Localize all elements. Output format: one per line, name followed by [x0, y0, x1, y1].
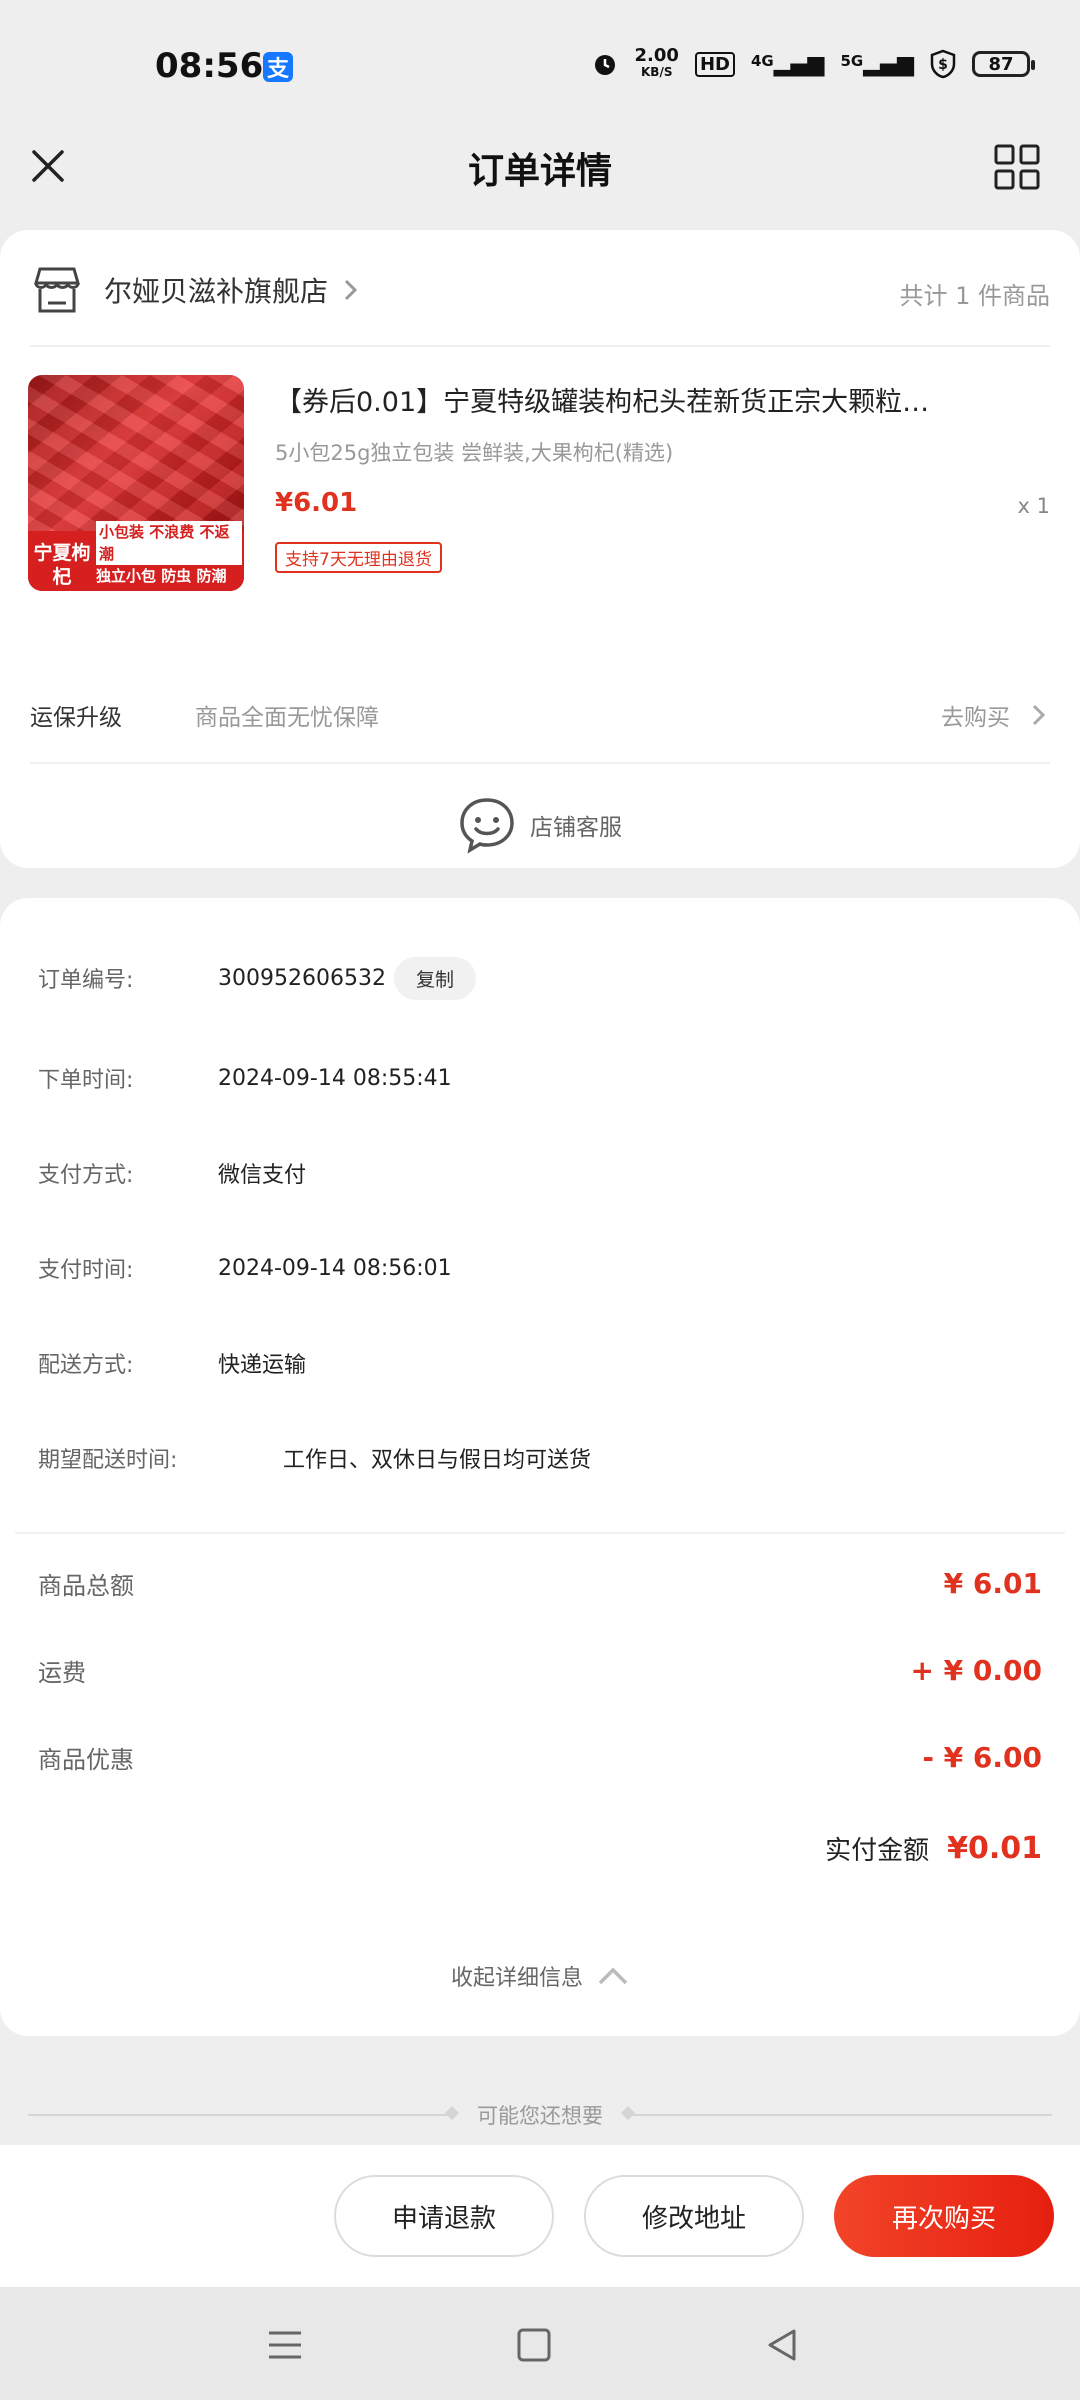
- discount-label: 商品优惠: [38, 1745, 134, 1774]
- pay-time-value: 2024-09-14 08:56:01: [218, 1255, 452, 1281]
- collapse-details-button[interactable]: 收起详细信息: [0, 1960, 1080, 1992]
- customer-service-label: 店铺客服: [530, 815, 622, 841]
- copy-button[interactable]: 复制: [393, 956, 476, 1000]
- status-icons: 2.00 KB/S HD 4G▂▄▆ 5G▂▄▆ $ 87: [591, 45, 1035, 80]
- product-title[interactable]: 【券后0.01】宁夏特级罐装枸杞头茬新货正宗大颗粒…: [275, 380, 1045, 419]
- delivery-value: 快递运输: [218, 1353, 307, 1378]
- item-count: 共计 1 件商品: [899, 282, 1050, 310]
- alarm-icon: [594, 55, 615, 75]
- order-number-label: 订单编号:: [38, 968, 134, 993]
- customer-service-icon: [460, 798, 514, 854]
- shield-dollar-icon: $: [930, 49, 956, 79]
- goods-total-label: 商品总额: [38, 1571, 134, 1600]
- status-bar: 08:56 支 2.00 KB/S HD 4G▂▄▆ 5G▂▄▆ $ 87: [0, 0, 1080, 130]
- change-address-button[interactable]: 修改地址: [584, 2175, 804, 2257]
- shipping-value: + ¥ 0.00: [910, 1653, 1042, 1687]
- insurance-desc: 商品全面无忧保障: [195, 705, 379, 731]
- order-time-row: 下单时间: 2024-09-14 08:55:41: [38, 1053, 1042, 1103]
- recommendation-heading: 可能您还想要: [477, 2104, 603, 2128]
- battery-icon: 87: [972, 51, 1035, 77]
- goods-total-value: ¥ 6.01: [943, 1566, 1042, 1600]
- delivery-row: 配送方式: 快递运输: [38, 1338, 1042, 1388]
- divider: [30, 345, 1050, 347]
- divider-line: [627, 2114, 1052, 2116]
- discount-value: - ¥ 6.00: [922, 1740, 1042, 1774]
- pay-time-row: 支付时间: 2024-09-14 08:56:01: [38, 1243, 1042, 1293]
- status-time: 08:56: [155, 46, 264, 86]
- insurance-buy-link[interactable]: 去购买: [941, 698, 1010, 732]
- order-time-value: 2024-09-14 08:55:41: [218, 1065, 452, 1091]
- shipping-row: 运费 + ¥ 0.00: [38, 1645, 1042, 1695]
- product-image-label: 宁夏枸杞: [33, 542, 91, 588]
- paid-amount-row: 实付金额 ¥0.01: [825, 1830, 1042, 1867]
- grid-menu-icon[interactable]: [994, 144, 1040, 190]
- divider: [15, 1532, 1065, 1534]
- pay-method-value: 微信支付: [218, 1163, 307, 1188]
- signal-4g-icon: 4G▂▄▆: [750, 51, 825, 77]
- product-image[interactable]: 宁夏枸杞 小包装 不浪费 不返潮 独立小包 防虫 防潮: [28, 375, 244, 591]
- product-image-features: 小包装 不浪费 不返潮 独立小包 防虫 防潮: [96, 521, 242, 587]
- shop-name[interactable]: 尔娅贝滋补旗舰店: [104, 270, 328, 310]
- shipping-label: 运费: [38, 1658, 86, 1687]
- shop-row[interactable]: 尔娅贝滋补旗舰店 共计 1 件商品: [30, 260, 1050, 320]
- recommendation-divider: 可能您还想要: [28, 2085, 1052, 2145]
- product-price: ¥6.01: [275, 488, 358, 518]
- delivery-label: 配送方式:: [38, 1353, 134, 1378]
- expected-delivery-row: 期望配送时间: 工作日、双休日与假日均可送货: [38, 1433, 1042, 1483]
- chevron-right-icon: [1032, 704, 1046, 726]
- back-icon[interactable]: [762, 2325, 802, 2365]
- order-number-value: 3009526065​32: [218, 965, 386, 991]
- product-card: 尔娅贝滋补旗舰店 共计 1 件商品 宁夏枸杞 小包装 不浪费 不返潮 独立小包 …: [0, 230, 1080, 868]
- home-icon[interactable]: [514, 2325, 554, 2365]
- chevron-right-icon: [344, 279, 358, 301]
- product-image-packets: [28, 375, 244, 531]
- pay-method-row: 支付方式: 微信支付: [38, 1148, 1042, 1198]
- insurance-label: 运保升级: [30, 705, 122, 731]
- order-time-label: 下单时间:: [38, 1068, 134, 1093]
- product-quantity: x 1: [1017, 494, 1050, 518]
- buy-again-button[interactable]: 再次购买: [834, 2175, 1054, 2257]
- bottom-action-bar: 申请退款 修改地址 再次购买: [0, 2145, 1080, 2287]
- signal-5g-icon: 5G▂▄▆: [840, 51, 914, 77]
- customer-service-button[interactable]: 店铺客服: [0, 790, 1080, 860]
- chevron-up-icon: [598, 1967, 628, 1985]
- divider-line: [28, 2114, 453, 2116]
- goods-total-row: 商品总额 ¥ 6.01: [38, 1558, 1042, 1608]
- expected-delivery-value: 工作日、双休日与假日均可送货: [283, 1448, 592, 1473]
- insurance-row[interactable]: 运保升级 商品全面无忧保障 去购买: [30, 685, 1050, 745]
- order-number-row: 订单编号: 3009526065​32 复制: [38, 953, 1042, 1003]
- pay-method-label: 支付方式:: [38, 1163, 134, 1188]
- svg-text:$: $: [938, 57, 948, 73]
- return-policy-badge: 支持7天无理由退货: [275, 542, 442, 573]
- product-image-banner: 宁夏枸杞 小包装 不浪费 不返潮 独立小包 防虫 防潮: [28, 521, 244, 591]
- expected-delivery-label: 期望配送时间:: [38, 1448, 178, 1473]
- system-nav-bar: [0, 2287, 1080, 2400]
- refund-button[interactable]: 申请退款: [334, 2175, 554, 2257]
- shop-icon: [34, 267, 80, 313]
- alipay-icon: 支: [263, 52, 293, 82]
- product-spec: 5小包25g独立包装 尝鲜装,大果枸杞(精选): [275, 441, 674, 465]
- paid-amount-value: ¥0.01: [947, 1831, 1042, 1866]
- discount-row: 商品优惠 - ¥ 6.00: [38, 1732, 1042, 1782]
- divider: [30, 762, 1050, 764]
- paid-amount-label: 实付金额: [825, 1836, 930, 1866]
- hd-icon: HD: [694, 51, 735, 77]
- header: 订单详情: [0, 130, 1080, 230]
- menu-icon[interactable]: [265, 2325, 305, 2365]
- pay-time-label: 支付时间:: [38, 1258, 134, 1283]
- page-title: 订单详情: [467, 151, 612, 192]
- collapse-details-label: 收起详细信息: [450, 1966, 583, 1991]
- net-speed: 2.00 KB/S: [634, 45, 679, 80]
